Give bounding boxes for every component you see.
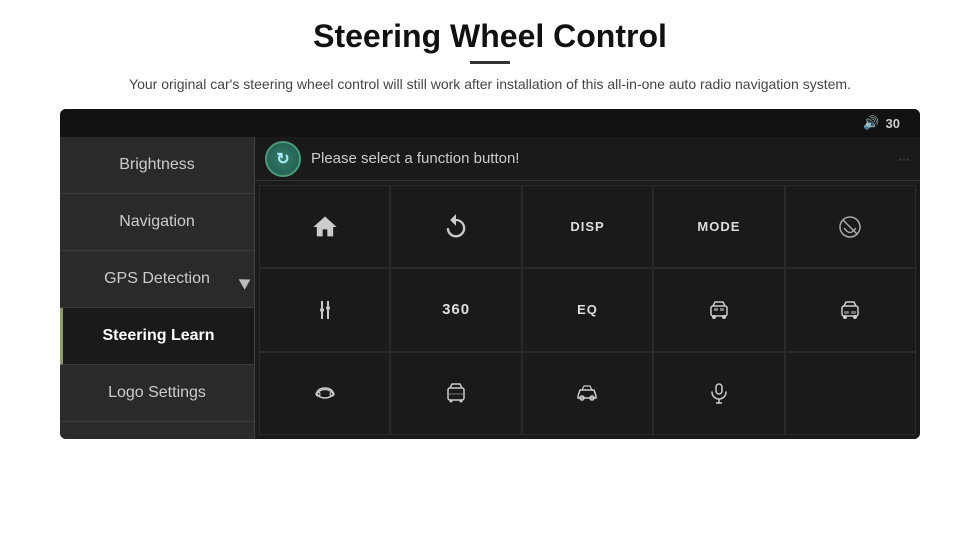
page-wrapper: Steering Wheel Control Your original car… <box>0 0 980 544</box>
grid-cell-car-rear[interactable] <box>785 268 916 351</box>
sync-icon[interactable]: ↻ <box>265 141 301 177</box>
grid-cell-mic[interactable] <box>653 352 784 435</box>
grid-cell-back[interactable] <box>390 185 521 268</box>
car-side-icon <box>575 381 599 405</box>
top-right-dots: ··· <box>898 152 910 166</box>
volume-value: 30 <box>886 116 900 131</box>
grid-cell-tune[interactable] <box>259 268 390 351</box>
tune-icon <box>313 298 337 322</box>
microphone-icon <box>707 381 731 405</box>
grid-cell-empty <box>785 352 916 435</box>
mode-label: MODE <box>697 219 740 234</box>
grid-cell-car-top[interactable] <box>259 352 390 435</box>
sidebar: Brightness Navigation GPS Detection Stee… <box>60 137 255 439</box>
function-prompt-text: Please select a function button! <box>311 150 519 167</box>
home-icon <box>311 213 339 241</box>
sidebar-item-brightness[interactable]: Brightness <box>60 137 254 194</box>
car-rear-icon <box>838 298 862 322</box>
car-front-icon <box>707 298 731 322</box>
page-title: Steering Wheel Control <box>313 18 667 55</box>
grid-cell-mode[interactable]: MODE <box>653 185 784 268</box>
title-divider <box>470 61 510 64</box>
grid-cell-360[interactable]: 360 <box>390 268 521 351</box>
sidebar-item-gps-detection[interactable]: GPS Detection <box>60 251 254 308</box>
grid-cell-eq[interactable]: EQ <box>522 268 653 351</box>
main-area: ↻ Please select a function button! ··· <box>255 137 920 439</box>
volume-icon: 🔊 <box>863 115 879 131</box>
grid-cell-home[interactable] <box>259 185 390 268</box>
sidebar-item-navigation[interactable]: Navigation <box>60 194 254 251</box>
label-360: 360 <box>442 301 470 318</box>
eq-label: EQ <box>577 302 598 317</box>
screen-topbar: 🔊 30 <box>60 109 920 137</box>
function-prompt-bar: ↻ Please select a function button! ··· <box>255 137 920 181</box>
car-top-icon <box>313 381 337 405</box>
screen-body: Brightness Navigation GPS Detection Stee… <box>60 137 920 439</box>
button-grid: DISP MODE <box>255 181 920 439</box>
car-screen: 🔊 30 Brightness Navigation GPS Detection… <box>60 109 920 439</box>
grid-cell-car-side[interactable] <box>522 352 653 435</box>
grid-cell-car-front[interactable] <box>653 268 784 351</box>
phone-off-icon <box>838 215 862 239</box>
grid-cell-phone-off[interactable] <box>785 185 916 268</box>
back-icon <box>442 213 470 241</box>
sidebar-item-logo-settings[interactable]: Logo Settings <box>60 365 254 422</box>
grid-cell-car-door[interactable] <box>390 352 521 435</box>
car-door-icon <box>444 381 468 405</box>
grid-cell-disp[interactable]: DISP <box>522 185 653 268</box>
sidebar-item-steering-learn[interactable]: Steering Learn <box>60 308 254 365</box>
page-subtitle: Your original car's steering wheel contr… <box>129 74 851 95</box>
sync-icon-symbol: ↻ <box>276 149 289 169</box>
disp-label: DISP <box>570 219 604 234</box>
